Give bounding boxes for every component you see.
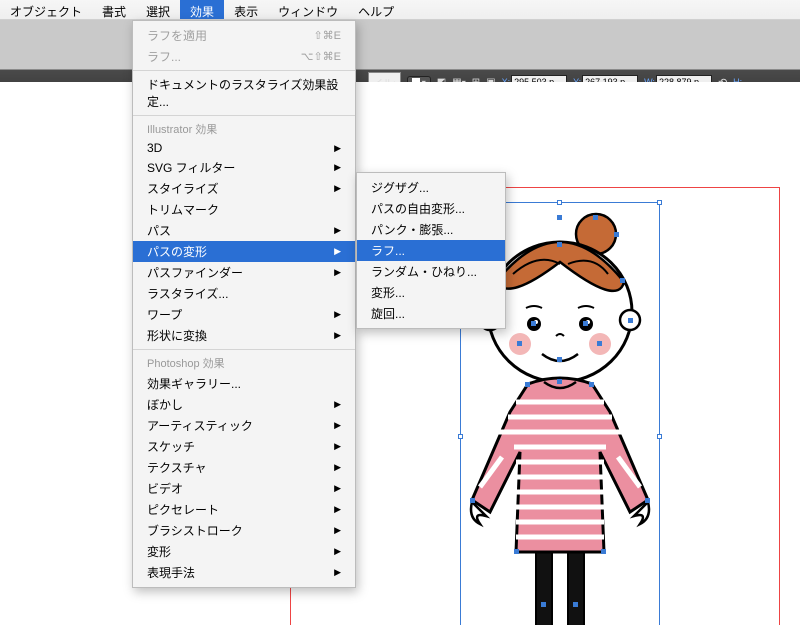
item-artistic[interactable]: アーティスティック▶	[133, 415, 355, 436]
item-apply-last[interactable]: ラフを適用⇧⌘E	[133, 25, 355, 46]
subitem-tweak[interactable]: ランダム・ひねり...	[357, 261, 505, 282]
canvas[interactable]	[0, 82, 800, 625]
item-pixelate[interactable]: ピクセレート▶	[133, 499, 355, 520]
item-svg-filter[interactable]: SVG フィルター▶	[133, 157, 355, 178]
toolbar	[0, 20, 800, 70]
menu-object[interactable]: オブジェクト	[0, 0, 92, 19]
subitem-free-distort[interactable]: パスの自由変形...	[357, 198, 505, 219]
subitem-transform[interactable]: 変形...	[357, 282, 505, 303]
item-rasterize[interactable]: ラスタライズ...	[133, 283, 355, 304]
subitem-pucker-bloat[interactable]: パンク・膨張...	[357, 219, 505, 240]
item-blur[interactable]: ぼかし▶	[133, 394, 355, 415]
item-pathfinder[interactable]: パスファインダー▶	[133, 262, 355, 283]
item-last-effect[interactable]: ラフ...⌥⇧⌘E	[133, 46, 355, 67]
item-video[interactable]: ビデオ▶	[133, 478, 355, 499]
menu-window[interactable]: ウィンドウ	[268, 0, 348, 19]
submenu-distort-transform: ジグザグ... パスの自由変形... パンク・膨張... ラフ... ランダム・…	[356, 172, 506, 329]
item-raster-settings[interactable]: ドキュメントのラスタライズ効果設定...	[133, 74, 355, 112]
item-stylize[interactable]: スタイライズ▶	[133, 178, 355, 199]
item-warp[interactable]: ワープ▶	[133, 304, 355, 325]
menu-view[interactable]: 表示	[224, 0, 268, 19]
menu-select[interactable]: 選択	[136, 0, 180, 19]
menu-effect-dropdown: ラフを適用⇧⌘E ラフ...⌥⇧⌘E ドキュメントのラスタライズ効果設定... …	[132, 20, 356, 588]
menubar: オブジェクト 書式 選択 効果 表示 ウィンドウ ヘルプ	[0, 0, 800, 20]
menu-format[interactable]: 書式	[92, 0, 136, 19]
subitem-zigzag[interactable]: ジグザグ...	[357, 177, 505, 198]
menu-effect[interactable]: 効果	[180, 0, 224, 19]
item-stylize-ps[interactable]: 表現手法▶	[133, 562, 355, 583]
item-distort-transform[interactable]: パスの変形▶	[133, 241, 355, 262]
section-photoshop: Photoshop 効果	[133, 353, 355, 373]
subitem-twist[interactable]: 旋回...	[357, 303, 505, 324]
item-3d[interactable]: 3D▶	[133, 139, 355, 157]
item-sketch[interactable]: スケッチ▶	[133, 436, 355, 457]
item-effect-gallery[interactable]: 効果ギャラリー...	[133, 373, 355, 394]
subitem-roughen[interactable]: ラフ...	[357, 240, 505, 261]
item-trim-marks[interactable]: トリムマーク	[133, 199, 355, 220]
item-distort-ps[interactable]: 変形▶	[133, 541, 355, 562]
item-brush-strokes[interactable]: ブラシストローク▶	[133, 520, 355, 541]
section-illustrator: Illustrator 効果	[133, 119, 355, 139]
item-convert-shape[interactable]: 形状に変換▶	[133, 325, 355, 346]
item-path[interactable]: パス▶	[133, 220, 355, 241]
item-texture[interactable]: テクスチャ▶	[133, 457, 355, 478]
menu-help[interactable]: ヘルプ	[348, 0, 404, 19]
